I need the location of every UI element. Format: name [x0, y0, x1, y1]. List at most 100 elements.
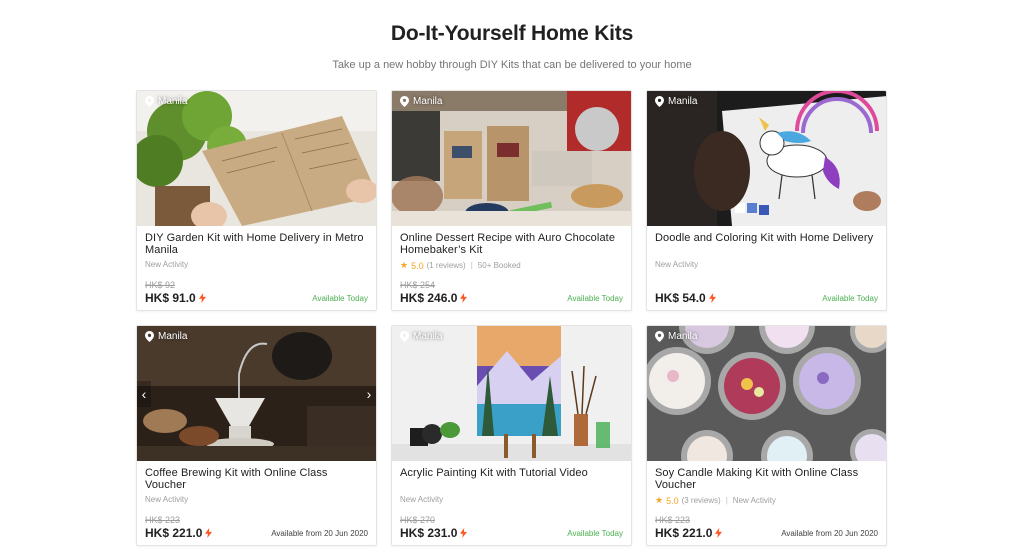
activity-card-garden[interactable]: Manila DIY Garden Kit with Home Delivery…: [136, 90, 377, 311]
location-label: Manila: [668, 96, 698, 107]
star-icon: ★: [655, 495, 664, 505]
garden-kit-photo: [137, 91, 376, 226]
activity-card-doodle[interactable]: Manila Doodle and Coloring Kit with Home…: [646, 90, 887, 311]
activity-card-candle[interactable]: Manila Soy Candle Making Kit with Online…: [646, 325, 887, 546]
page-header: Do-It-Yourself Home Kits Take up a new h…: [0, 22, 1024, 71]
original-price: HK$ 270: [400, 515, 436, 525]
lightning-bolt-icon: [460, 528, 468, 538]
review-count[interactable]: (3 reviews): [682, 496, 721, 505]
rating-value: 5.0: [666, 495, 679, 506]
original-price: HK$ 254: [400, 280, 436, 290]
review-count[interactable]: (1 reviews): [427, 261, 466, 270]
card-meta: New Activity: [145, 260, 368, 269]
map-pin-icon: [145, 331, 154, 342]
card-meta: New Activity: [655, 260, 878, 269]
current-price: HK$ 91.0: [145, 291, 206, 305]
availability-label: Available Today: [567, 294, 623, 303]
lightning-bolt-icon: [198, 293, 206, 303]
new-activity-badge: New Activity: [655, 260, 699, 269]
card-image[interactable]: Manila: [647, 326, 886, 461]
card-body: Doodle and Coloring Kit with Home Delive…: [647, 226, 886, 310]
painting-kit-photo: [392, 326, 631, 461]
activity-card-painting[interactable]: Manila Acrylic Painting Kit with Tutoria…: [391, 325, 632, 546]
current-price: HK$ 246.0: [400, 291, 468, 305]
candle-kit-photo: [647, 326, 886, 461]
card-title[interactable]: Coffee Brewing Kit with Online Class Vou…: [145, 467, 368, 491]
location-label: Manila: [413, 96, 443, 107]
price-value: HK$ 246.0: [400, 291, 458, 305]
coffee-kit-photo: [137, 326, 376, 461]
card-title[interactable]: Soy Candle Making Kit with Online Class …: [655, 467, 878, 491]
location-label: Manila: [413, 331, 443, 342]
original-price: HK$ 92: [145, 280, 176, 290]
location-tag: Manila: [145, 331, 187, 342]
card-body: Coffee Brewing Kit with Online Class Vou…: [137, 461, 376, 545]
card-body: Acrylic Painting Kit with Tutorial Video…: [392, 461, 631, 545]
card-image[interactable]: Manila: [392, 326, 631, 461]
availability-label: Available Today: [567, 529, 623, 538]
current-price: HK$ 54.0: [655, 291, 716, 305]
card-image[interactable]: Manila: [647, 91, 886, 226]
price-box: HK$ 223 HK$ 221.0: [145, 515, 213, 540]
original-price: HK$ 223: [655, 515, 691, 525]
doodle-kit-photo: [647, 91, 886, 226]
card-meta: New Activity: [145, 495, 368, 504]
location-tag: Manila: [400, 331, 442, 342]
card-meta: ★ 5.0 (3 reviews) | New Activity: [655, 495, 878, 506]
meta-divider: |: [470, 261, 473, 270]
map-pin-icon: [655, 96, 664, 107]
new-activity-badge: New Activity: [145, 260, 189, 269]
price-box: HK$ 223 HK$ 221.0: [655, 515, 723, 540]
current-price: HK$ 231.0: [400, 526, 468, 540]
availability-label: Available from 20 Jun 2020: [781, 529, 878, 538]
booked-count: 50+ Booked: [477, 261, 521, 270]
star-icon: ★: [400, 260, 409, 270]
kit-grid: Manila DIY Garden Kit with Home Delivery…: [136, 90, 887, 546]
price-box: HK$ 270 HK$ 231.0: [400, 515, 468, 540]
lightning-bolt-icon: [205, 528, 213, 538]
price-box: HK$ 92 HK$ 91.0: [145, 280, 206, 305]
card-image[interactable]: Manila ‹ ›: [137, 326, 376, 461]
meta-divider: |: [725, 496, 728, 505]
availability-label: Available Today: [822, 294, 878, 303]
card-body: Online Dessert Recipe with Auro Chocolat…: [392, 226, 631, 310]
card-meta: ★ 5.0 (1 reviews) | 50+ Booked: [400, 260, 623, 271]
card-title[interactable]: Acrylic Painting Kit with Tutorial Video: [400, 467, 623, 491]
carousel-prev-button[interactable]: ‹: [137, 380, 151, 407]
current-price: HK$ 221.0: [655, 526, 723, 540]
location-label: Manila: [668, 331, 698, 342]
new-activity-badge: New Activity: [400, 495, 444, 504]
location-tag: Manila: [145, 96, 187, 107]
rating-value: 5.0: [411, 260, 424, 271]
card-body: Soy Candle Making Kit with Online Class …: [647, 461, 886, 545]
card-image[interactable]: Manila: [392, 91, 631, 226]
location-tag: Manila: [400, 96, 442, 107]
activity-card-dessert[interactable]: Manila Online Dessert Recipe with Auro C…: [391, 90, 632, 311]
card-title[interactable]: Doodle and Coloring Kit with Home Delive…: [655, 232, 878, 256]
price-value: HK$ 54.0: [655, 291, 706, 305]
new-activity-badge: New Activity: [732, 496, 776, 505]
location-tag: Manila: [655, 96, 697, 107]
location-label: Manila: [158, 331, 188, 342]
map-pin-icon: [400, 96, 409, 107]
price-value: HK$ 91.0: [145, 291, 196, 305]
lightning-bolt-icon: [460, 293, 468, 303]
location-label: Manila: [158, 96, 188, 107]
page-subtitle: Take up a new hobby through DIY Kits tha…: [332, 59, 692, 71]
card-image[interactable]: Manila: [137, 91, 376, 226]
card-body: DIY Garden Kit with Home Delivery in Met…: [137, 226, 376, 310]
dessert-kit-photo: [392, 91, 631, 226]
original-price: HK$ 223: [145, 515, 181, 525]
current-price: HK$ 221.0: [145, 526, 213, 540]
price-box: HK$ 54.0: [655, 290, 716, 305]
availability-label: Available Today: [312, 294, 368, 303]
card-title[interactable]: Online Dessert Recipe with Auro Chocolat…: [400, 232, 623, 256]
activity-card-coffee[interactable]: Manila ‹ › Coffee Brewing Kit with Onlin…: [136, 325, 377, 546]
card-title[interactable]: DIY Garden Kit with Home Delivery in Met…: [145, 232, 368, 256]
new-activity-badge: New Activity: [145, 495, 189, 504]
price-value: HK$ 221.0: [655, 526, 713, 540]
card-meta: New Activity: [400, 495, 623, 504]
page-title: Do-It-Yourself Home Kits: [390, 22, 634, 45]
carousel-next-button[interactable]: ›: [362, 381, 376, 407]
lightning-bolt-icon: [708, 293, 716, 303]
